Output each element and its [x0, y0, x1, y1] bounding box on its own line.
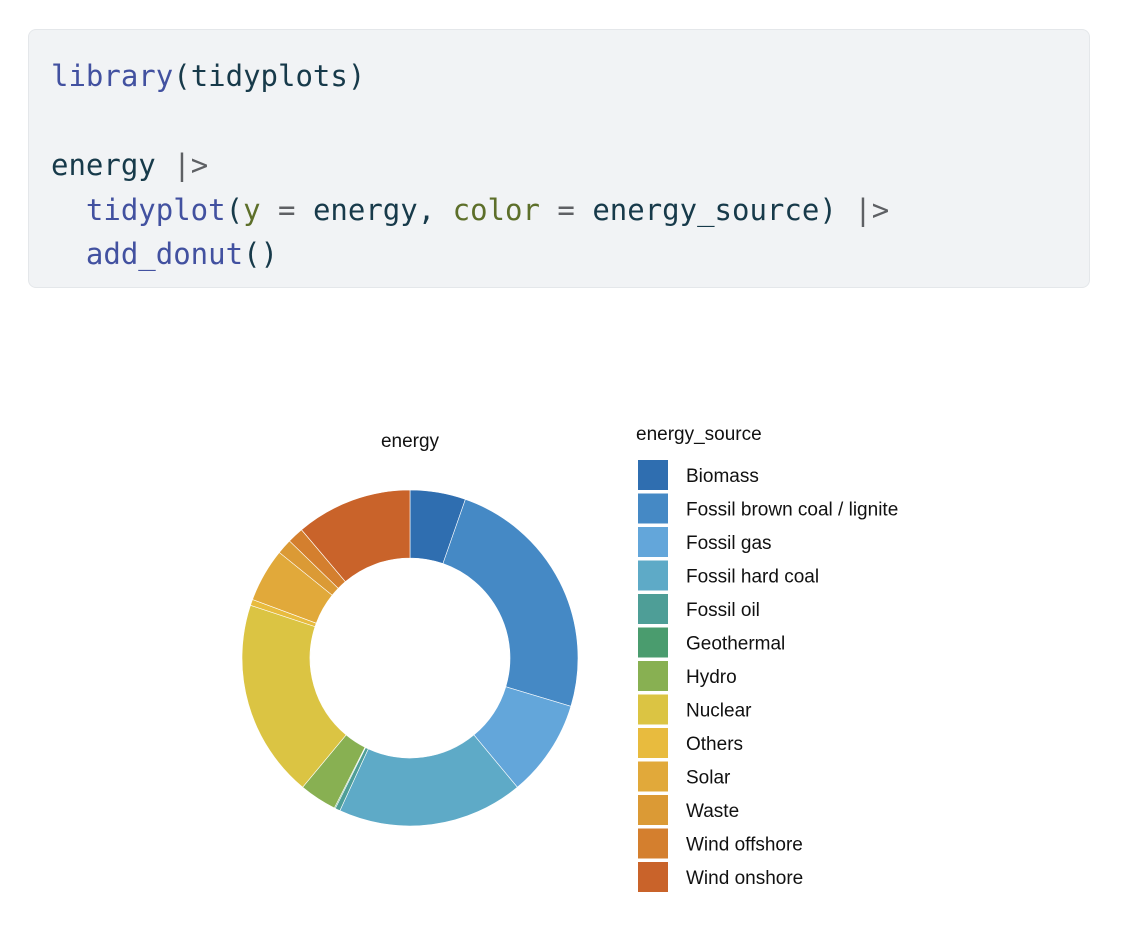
legend-swatch [638, 828, 668, 859]
code-token: |> [854, 192, 890, 227]
code-token: energy_source [592, 192, 820, 227]
legend-swatch [638, 527, 668, 557]
legend-label: Waste [686, 801, 739, 822]
code-token: |> [173, 148, 209, 182]
legend-label: Fossil hard coal [686, 567, 819, 588]
legend-swatch [638, 761, 668, 792]
legend: Biomass Fossil brown coal / lignite Fossil… [638, 460, 898, 892]
code-token: tidyplot [85, 192, 226, 227]
donut-chart: energy energy_source Biomass Fossil brown… [241, 424, 898, 892]
code-token: = [260, 192, 313, 227]
legend-label: Geothermal [686, 634, 785, 655]
code-token: = [539, 192, 593, 227]
code-token: ) [819, 192, 855, 227]
legend-label: Nuclear [686, 701, 752, 722]
legend-label: Wind onshore [686, 868, 803, 889]
legend-title: energy_source [636, 424, 762, 445]
code-token: tidyplots [190, 59, 348, 93]
legend-label: Fossil oil [686, 600, 760, 621]
donut-slices [241, 489, 579, 827]
legend-swatch [638, 560, 668, 591]
legend-swatch [638, 862, 668, 892]
code-lines: library(tidyplots) energy |> tidyplot(y … [51, 54, 1089, 277]
legend-swatch [638, 493, 668, 524]
legend-swatch [638, 627, 668, 658]
code-token: ( [225, 192, 244, 227]
legend-swatch [638, 661, 668, 691]
legend-label: Others [686, 734, 743, 755]
legend-swatch [638, 460, 668, 490]
code-token: color [452, 192, 540, 227]
legend-swatch [638, 594, 668, 624]
legend-label: Biomass [686, 466, 759, 487]
code-line: tidyplot(y = energy, color = energy_sour… [51, 188, 1089, 233]
code-line: add_donut() [51, 232, 1089, 277]
code-token: ( [173, 59, 191, 93]
code-token: add_donut [85, 237, 244, 271]
code-token: energy [51, 148, 156, 182]
donut-slice-fossil-brown-coal-lignite [442, 499, 579, 707]
legend-label: Fossil gas [686, 533, 772, 554]
legend-label: Wind offshore [686, 835, 803, 856]
legend-label: Solar [686, 768, 731, 789]
code-token: , [417, 192, 453, 227]
code-token: library [51, 59, 174, 93]
code-token: y [243, 192, 261, 227]
code-line: energy |> [51, 143, 1089, 188]
legend-swatch [638, 795, 668, 825]
code-line: library(tidyplots) [51, 54, 1089, 99]
legend-label: Fossil brown coal / lignite [686, 500, 898, 521]
legend-label: Hydro [686, 667, 737, 688]
code-token: energy [312, 192, 418, 227]
legend-swatch [638, 694, 668, 725]
code-token: () [243, 237, 278, 271]
legend-swatch [638, 728, 668, 758]
code-token: ) [347, 59, 366, 93]
chart-title: energy [381, 431, 440, 452]
code-block: library(tidyplots) energy |> tidyplot(y … [28, 29, 1090, 288]
